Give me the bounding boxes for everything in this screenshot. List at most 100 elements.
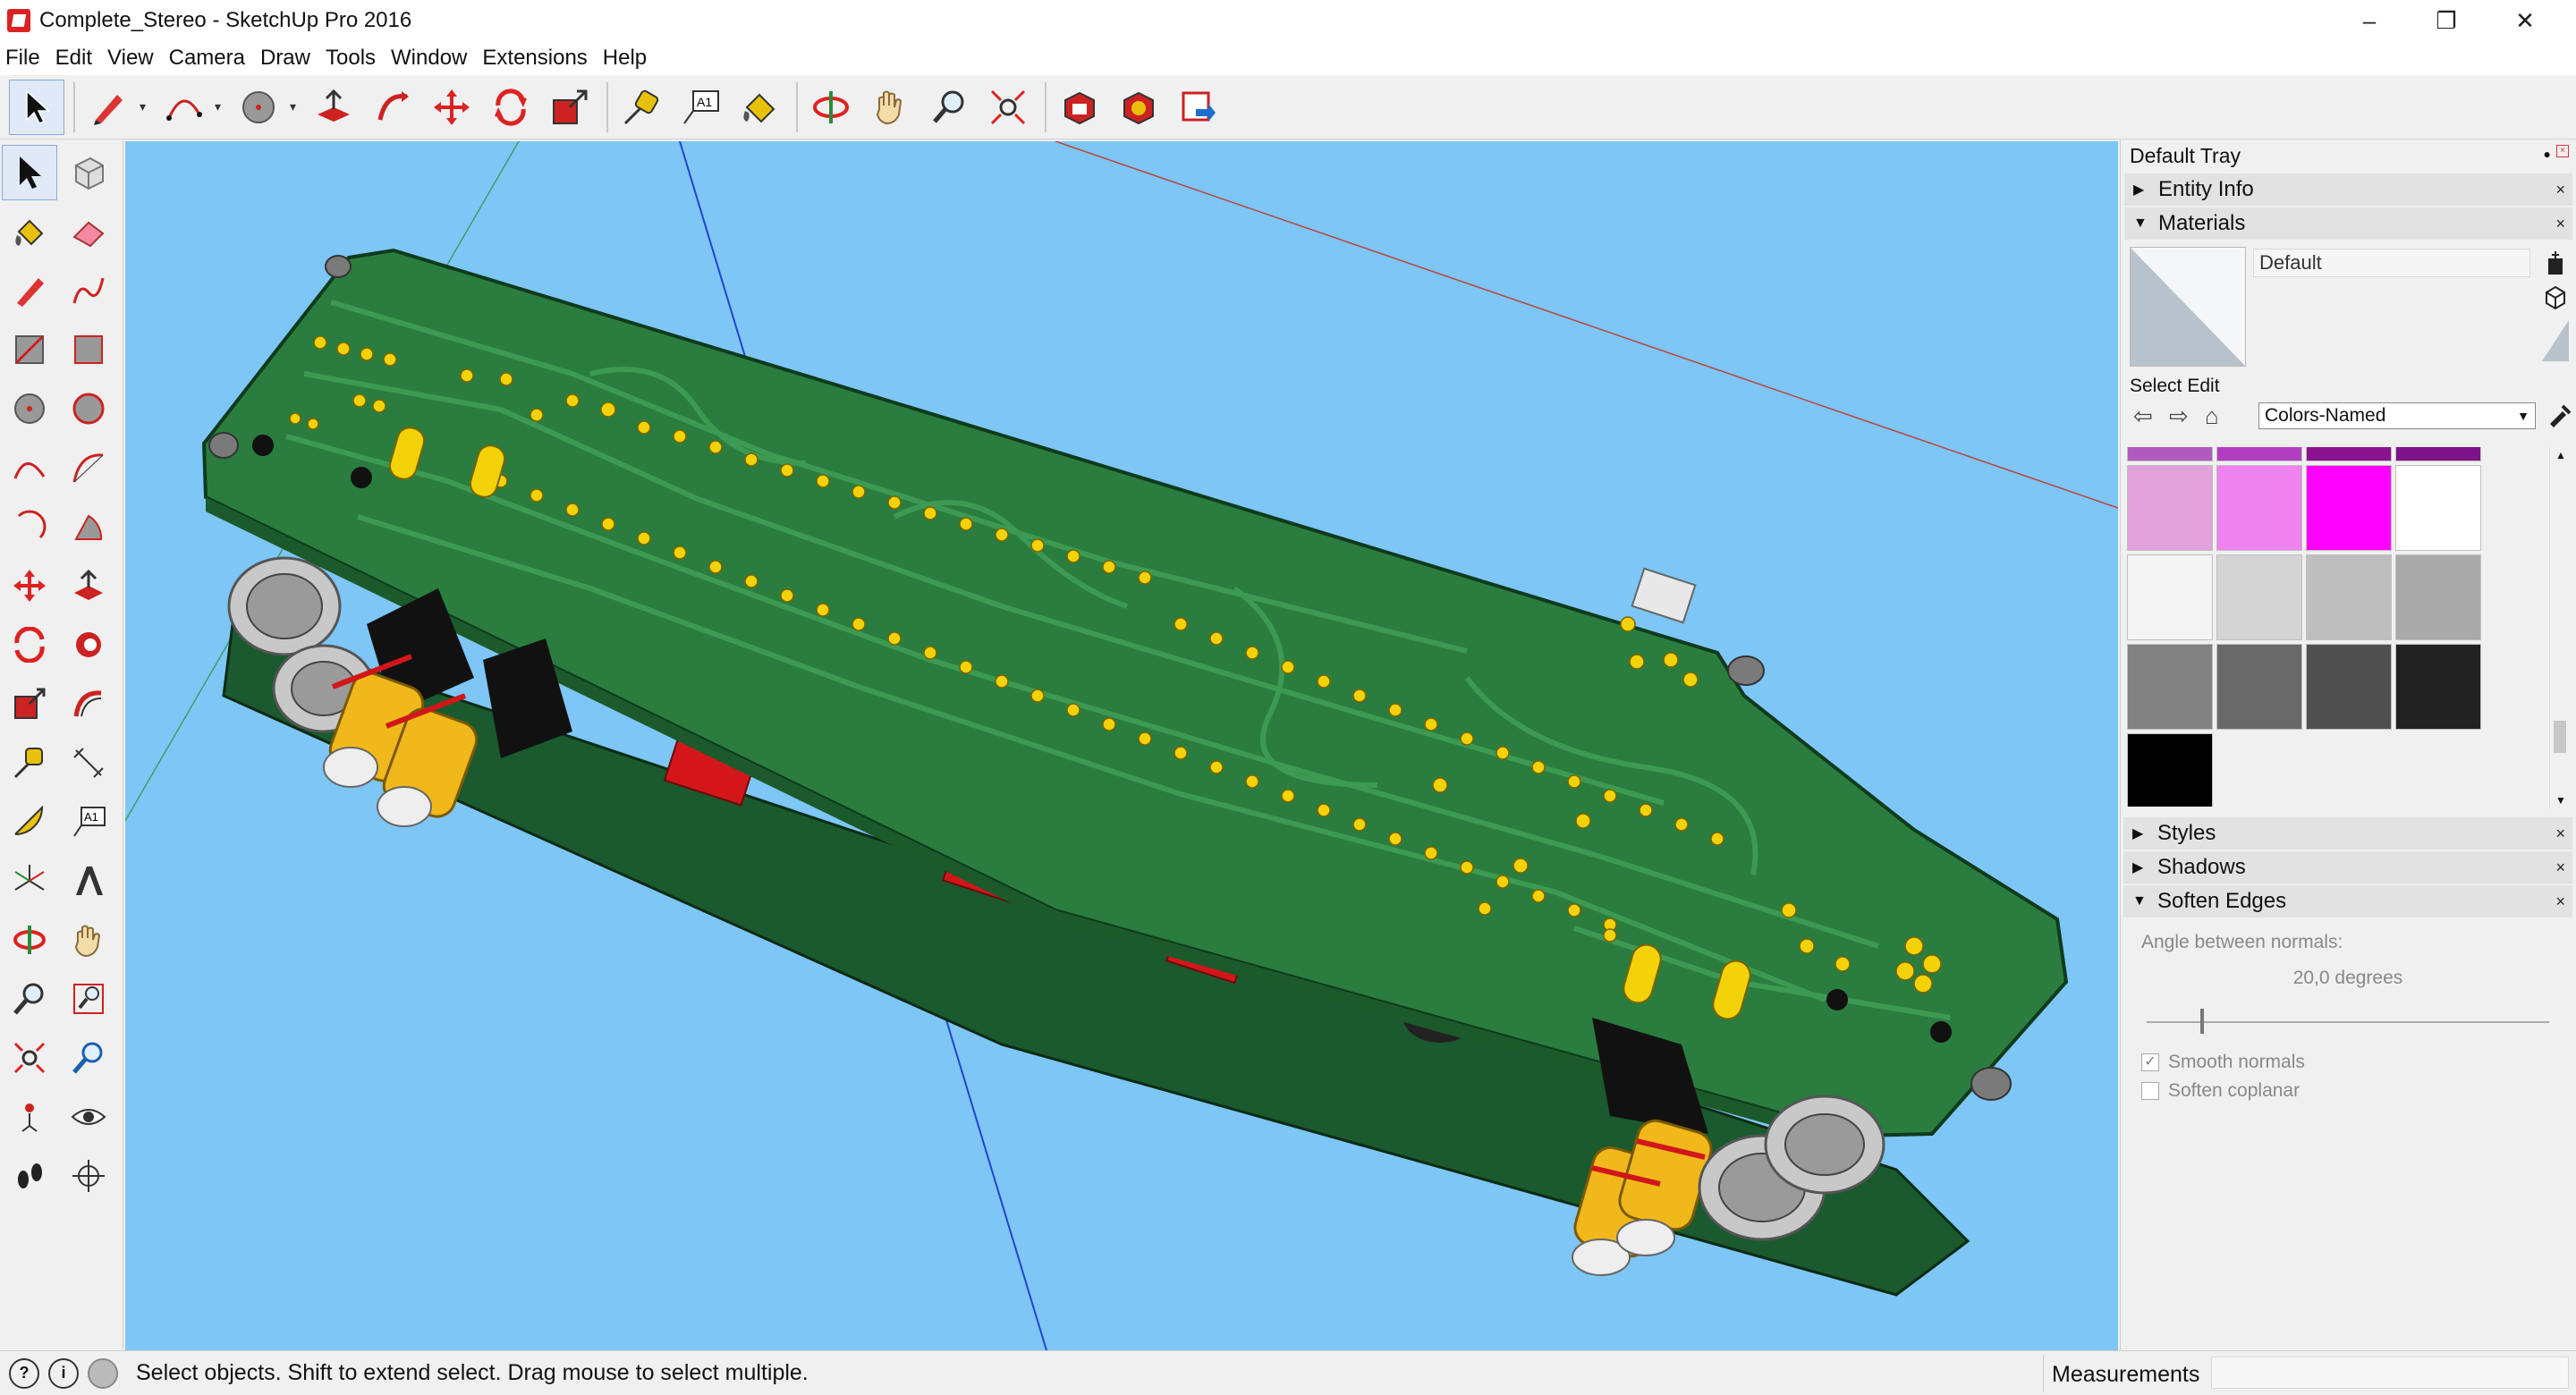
- circle-tool-left[interactable]: [2, 381, 57, 436]
- material-name-field[interactable]: Default: [2253, 249, 2530, 277]
- restore-button[interactable]: ❐: [2408, 0, 2485, 41]
- push-pull-left[interactable]: [61, 558, 116, 613]
- line-tool-button[interactable]: [80, 80, 136, 135]
- pan-tool-left[interactable]: [61, 912, 116, 968]
- soften-edges-close-button[interactable]: ×: [2555, 892, 2565, 911]
- material-swatch[interactable]: [2306, 447, 2392, 461]
- 3d-warehouse-button[interactable]: [1052, 80, 1107, 135]
- arc-tool-button[interactable]: [156, 80, 211, 135]
- zoom-tool-left[interactable]: [2, 971, 57, 1027]
- measurements-input[interactable]: [2211, 1357, 2569, 1389]
- scroll-up-icon[interactable]: ▲: [2555, 449, 2566, 461]
- 3d-text-button[interactable]: [61, 853, 116, 909]
- text-tool-left[interactable]: A1: [61, 794, 116, 850]
- tape-measure-button[interactable]: [614, 80, 669, 135]
- styles-header[interactable]: ▶ Styles ×: [2123, 817, 2572, 850]
- material-swatch[interactable]: [2395, 644, 2481, 730]
- material-swatch[interactable]: [2395, 465, 2481, 551]
- material-swatch[interactable]: [2127, 447, 2213, 461]
- back-arrow-icon[interactable]: ⇦: [2133, 402, 2169, 430]
- material-swatch[interactable]: [2395, 447, 2481, 461]
- orbit-tool-button[interactable]: [803, 80, 859, 135]
- material-swatch[interactable]: [2216, 554, 2302, 640]
- material-swatch[interactable]: [2127, 554, 2213, 640]
- collection-select[interactable]: Colors-Named ▼: [2258, 402, 2536, 429]
- select-tool-left[interactable]: [2, 145, 57, 200]
- look-around-button[interactable]: [61, 1089, 116, 1145]
- layout-send-button[interactable]: [1170, 80, 1225, 135]
- pie-button[interactable]: [61, 499, 116, 554]
- shadows-close-button[interactable]: ×: [2555, 858, 2565, 877]
- materials-close-button[interactable]: ×: [2555, 215, 2565, 233]
- move-tool-left[interactable]: [2, 558, 57, 613]
- tape-measure-left[interactable]: [2, 735, 57, 790]
- angle-slider-knob[interactable]: [2200, 1009, 2204, 1034]
- styles-close-button[interactable]: ×: [2555, 824, 2565, 843]
- make-component-button[interactable]: [61, 145, 116, 200]
- extension-warehouse-button[interactable]: [1111, 80, 1166, 135]
- tab-edit[interactable]: Edit: [2187, 376, 2219, 396]
- material-swatch[interactable]: [2216, 644, 2302, 730]
- line-tool-dropdown[interactable]: ▾: [140, 99, 148, 114]
- line-tool-left[interactable]: [2, 263, 57, 318]
- polygon-button[interactable]: [61, 381, 116, 436]
- paint-bucket-left[interactable]: [2, 204, 57, 259]
- zoom-window-button[interactable]: [61, 971, 116, 1027]
- position-camera-button[interactable]: [2, 1089, 57, 1145]
- follow-me-left[interactable]: [61, 617, 116, 672]
- axes-button[interactable]: [2, 853, 57, 909]
- close-button[interactable]: ✕: [2487, 0, 2563, 41]
- menu-help[interactable]: Help: [603, 46, 647, 71]
- three-point-arc-button[interactable]: [2, 499, 57, 554]
- circle-tool-button[interactable]: [231, 80, 286, 135]
- freehand-button[interactable]: [61, 263, 116, 318]
- toggle-secondary-pane[interactable]: [2540, 318, 2571, 363]
- arc-tool-dropdown[interactable]: ▾: [215, 99, 224, 114]
- zoom-extents-left[interactable]: [2, 1030, 57, 1086]
- rotate-tool-left[interactable]: [2, 617, 57, 672]
- material-swatch[interactable]: [2127, 465, 2213, 551]
- zoom-tool-button[interactable]: [921, 80, 977, 135]
- arc-tool-left[interactable]: [2, 440, 57, 495]
- scale-tool-button[interactable]: [542, 80, 597, 135]
- sample-paint-button[interactable]: [2540, 283, 2571, 313]
- move-tool-button[interactable]: [424, 80, 479, 135]
- rectangle-button[interactable]: [2, 322, 57, 377]
- rotate-tool-button[interactable]: [483, 80, 538, 135]
- soften-edges-header[interactable]: ▼ Soften Edges ×: [2123, 885, 2572, 917]
- section-plane-button[interactable]: [61, 1148, 116, 1204]
- menu-view[interactable]: View: [107, 46, 154, 71]
- material-swatch[interactable]: [2395, 554, 2481, 640]
- create-material-button[interactable]: [2540, 249, 2571, 279]
- forward-arrow-icon[interactable]: ⇨: [2169, 402, 2205, 430]
- menu-extensions[interactable]: Extensions: [482, 46, 587, 71]
- entity-info-close-button[interactable]: ×: [2555, 181, 2565, 199]
- material-swatch[interactable]: [2127, 733, 2213, 807]
- model-viewport[interactable]: [125, 141, 2118, 1350]
- pan-tool-button[interactable]: [862, 80, 918, 135]
- smooth-normals-checkbox[interactable]: ✓ Smooth normals: [2141, 1052, 2305, 1073]
- minimize-button[interactable]: –: [2331, 0, 2408, 41]
- soften-coplanar-checkbox[interactable]: Soften coplanar: [2141, 1080, 2300, 1102]
- geo-location-icon[interactable]: ?: [9, 1357, 39, 1389]
- rotated-rectangle-button[interactable]: [61, 322, 116, 377]
- eyedropper-icon[interactable]: [2546, 402, 2572, 434]
- scale-tool-left[interactable]: [2, 676, 57, 731]
- offset-button[interactable]: [61, 676, 116, 731]
- tab-select[interactable]: Select: [2130, 376, 2182, 396]
- text-tool-button[interactable]: A1: [673, 80, 728, 135]
- menu-tools[interactable]: Tools: [326, 46, 376, 71]
- zoom-extents-button[interactable]: [980, 80, 1036, 135]
- paint-bucket-button[interactable]: [732, 80, 787, 135]
- materials-header[interactable]: ▼ Materials ×: [2124, 207, 2572, 240]
- swatch-scrollbar[interactable]: ▲ ▼: [2549, 447, 2571, 808]
- push-pull-button[interactable]: [306, 80, 361, 135]
- menu-edit[interactable]: Edit: [55, 46, 92, 71]
- dimension-button[interactable]: [61, 735, 116, 790]
- follow-me-button[interactable]: [365, 80, 420, 135]
- current-material-swatch[interactable]: [2130, 247, 2246, 367]
- material-swatch[interactable]: [2216, 465, 2302, 551]
- user-icon[interactable]: [88, 1357, 118, 1389]
- material-swatch[interactable]: [2306, 644, 2392, 730]
- menu-file[interactable]: File: [5, 46, 40, 71]
